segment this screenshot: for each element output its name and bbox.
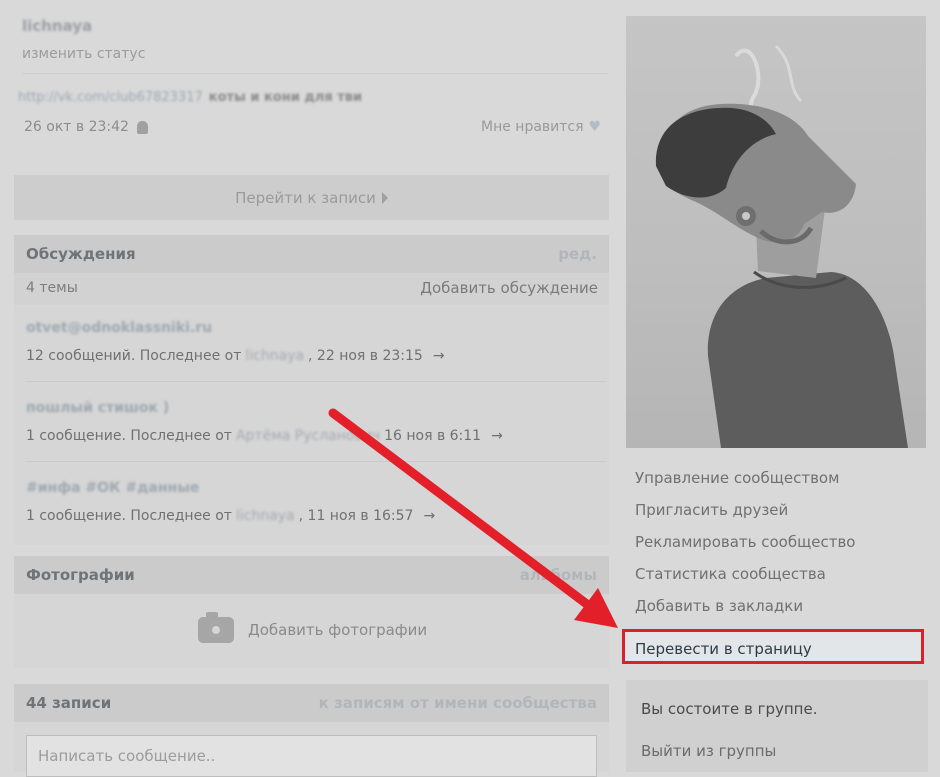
topic-meta-prefix: 1 сообщение. Последнее от bbox=[26, 428, 232, 444]
discussions-title[interactable]: Обсуждения bbox=[26, 245, 136, 263]
like-label: Мне нравится bbox=[481, 119, 584, 135]
topics-count: 4 темы bbox=[26, 280, 78, 296]
avatar-image bbox=[655, 44, 908, 448]
list-item[interactable]: otvet@odnoklassniki.ru 12 сообщений. Пос… bbox=[26, 320, 586, 364]
member-status: Вы состоите в группе. bbox=[641, 700, 818, 718]
wall-filter-link[interactable]: к записям от имени сообщества bbox=[319, 694, 597, 712]
topic-title[interactable]: #инфа #ОК #данные bbox=[26, 480, 586, 498]
topic-author[interactable]: lichnaya bbox=[236, 508, 295, 524]
wall-title[interactable]: 44 записи bbox=[26, 694, 111, 712]
divider bbox=[22, 73, 608, 74]
community-avatar[interactable] bbox=[626, 16, 926, 448]
add-discussion-link[interactable]: Добавить обсуждение bbox=[420, 279, 598, 297]
post-link[interactable]: http://vk.com/club67823317 bbox=[18, 90, 203, 105]
arrow-right-icon[interactable]: → bbox=[491, 428, 503, 444]
main-column: lichnaya изменить статус http://vk.com/c… bbox=[0, 0, 624, 777]
photos-header: Фотографии альбомы bbox=[14, 556, 609, 594]
like-button[interactable]: Мне нравится ♥ bbox=[481, 119, 601, 135]
sidebar: Управление сообществом Пригласить друзей… bbox=[622, 0, 940, 772]
convert-to-page-label: Перевести в страницу bbox=[635, 640, 812, 658]
convert-to-page-link[interactable]: Перевести в страницу bbox=[622, 629, 924, 664]
community-stats-link[interactable]: Статистика сообщества bbox=[635, 565, 826, 583]
topic-date: , 11 ноя в 16:57 bbox=[298, 508, 414, 524]
arrow-right-icon[interactable]: → bbox=[433, 348, 445, 364]
arrow-right-icon[interactable]: → bbox=[423, 508, 435, 524]
compose-input[interactable]: Написать сообщение.. bbox=[26, 735, 597, 777]
camera-icon bbox=[198, 612, 234, 643]
topic-title[interactable]: пошлый стишок ) bbox=[26, 400, 586, 418]
page-name: lichnaya bbox=[22, 17, 93, 35]
post-text: http://vk.com/club67823317 коты и кони дл… bbox=[18, 90, 362, 105]
goto-post-button[interactable]: Перейти к записи bbox=[14, 175, 609, 220]
topic-meta-prefix: 12 сообщений. Последнее от bbox=[26, 348, 242, 364]
topic-date: , 22 ноя в 23:15 bbox=[308, 348, 423, 364]
post-caption: коты и кони для тви bbox=[208, 90, 363, 105]
goto-post-label: Перейти к записи bbox=[235, 188, 376, 207]
compose-placeholder: Написать сообщение.. bbox=[38, 747, 216, 765]
topic-date: 16 ноя в 6:11 bbox=[384, 428, 482, 444]
triangle-right-icon bbox=[381, 191, 388, 204]
topic-meta: 1 сообщение. Последнее от lichnaya , 11 … bbox=[26, 508, 586, 524]
manage-community-link[interactable]: Управление сообществом bbox=[635, 469, 839, 487]
discussions-header: Обсуждения ред. bbox=[14, 235, 609, 273]
add-photos-label: Добавить фотографии bbox=[248, 621, 428, 639]
divider bbox=[26, 381, 606, 382]
divider bbox=[26, 461, 606, 462]
post-date[interactable]: 26 окт в 23:42 bbox=[24, 119, 129, 135]
list-item[interactable]: #инфа #ОК #данные 1 сообщение. Последнее… bbox=[26, 480, 586, 524]
albums-link[interactable]: альбомы bbox=[520, 566, 597, 584]
android-icon bbox=[136, 120, 148, 134]
discussions-subheader: 4 темы Добавить обсуждение bbox=[14, 273, 609, 305]
topic-meta: 12 сообщений. Последнее от lichnaya , 22… bbox=[26, 348, 586, 364]
post-time[interactable]: 26 окт в 23:42 bbox=[24, 119, 148, 135]
topic-author[interactable]: Артёма Русланович bbox=[236, 428, 380, 444]
edit-status-link[interactable]: изменить статус bbox=[22, 46, 145, 62]
invite-friends-link[interactable]: Пригласить друзей bbox=[635, 501, 788, 519]
membership-box: Вы состоите в группе. Выйти из группы bbox=[626, 680, 928, 772]
discussions-edit-link[interactable]: ред. bbox=[558, 245, 597, 263]
photos-title[interactable]: Фотографии bbox=[26, 566, 135, 584]
heart-icon: ♥ bbox=[588, 119, 602, 135]
add-bookmark-link[interactable]: Добавить в закладки bbox=[635, 597, 803, 615]
topic-meta: 1 сообщение. Последнее от Артёма Руслано… bbox=[26, 428, 586, 444]
topic-meta-prefix: 1 сообщение. Последнее от bbox=[26, 508, 232, 524]
list-item[interactable]: пошлый стишок ) 1 сообщение. Последнее о… bbox=[26, 400, 586, 444]
topic-title[interactable]: otvet@odnoklassniki.ru bbox=[26, 320, 586, 338]
add-photos-button[interactable]: Добавить фотографии bbox=[198, 612, 428, 643]
leave-group-link[interactable]: Выйти из группы bbox=[641, 742, 776, 760]
topic-author[interactable]: lichnaya bbox=[245, 348, 304, 364]
wall-header: 44 записи к записям от имени сообщества bbox=[14, 684, 609, 722]
advertise-community-link[interactable]: Рекламировать сообщество bbox=[635, 533, 855, 551]
